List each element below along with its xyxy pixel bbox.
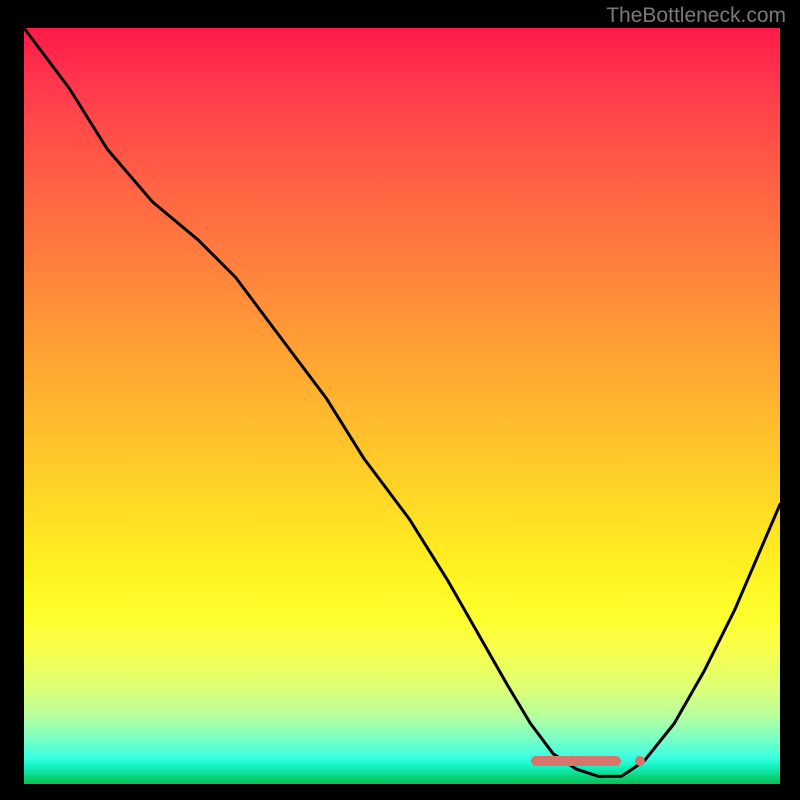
attribution-text: TheBottleneck.com <box>606 4 786 28</box>
chart-container: TheBottleneck.com <box>0 0 800 800</box>
plot-area <box>24 28 780 784</box>
optimum-range-marker <box>531 756 622 766</box>
gradient-background <box>24 28 780 784</box>
